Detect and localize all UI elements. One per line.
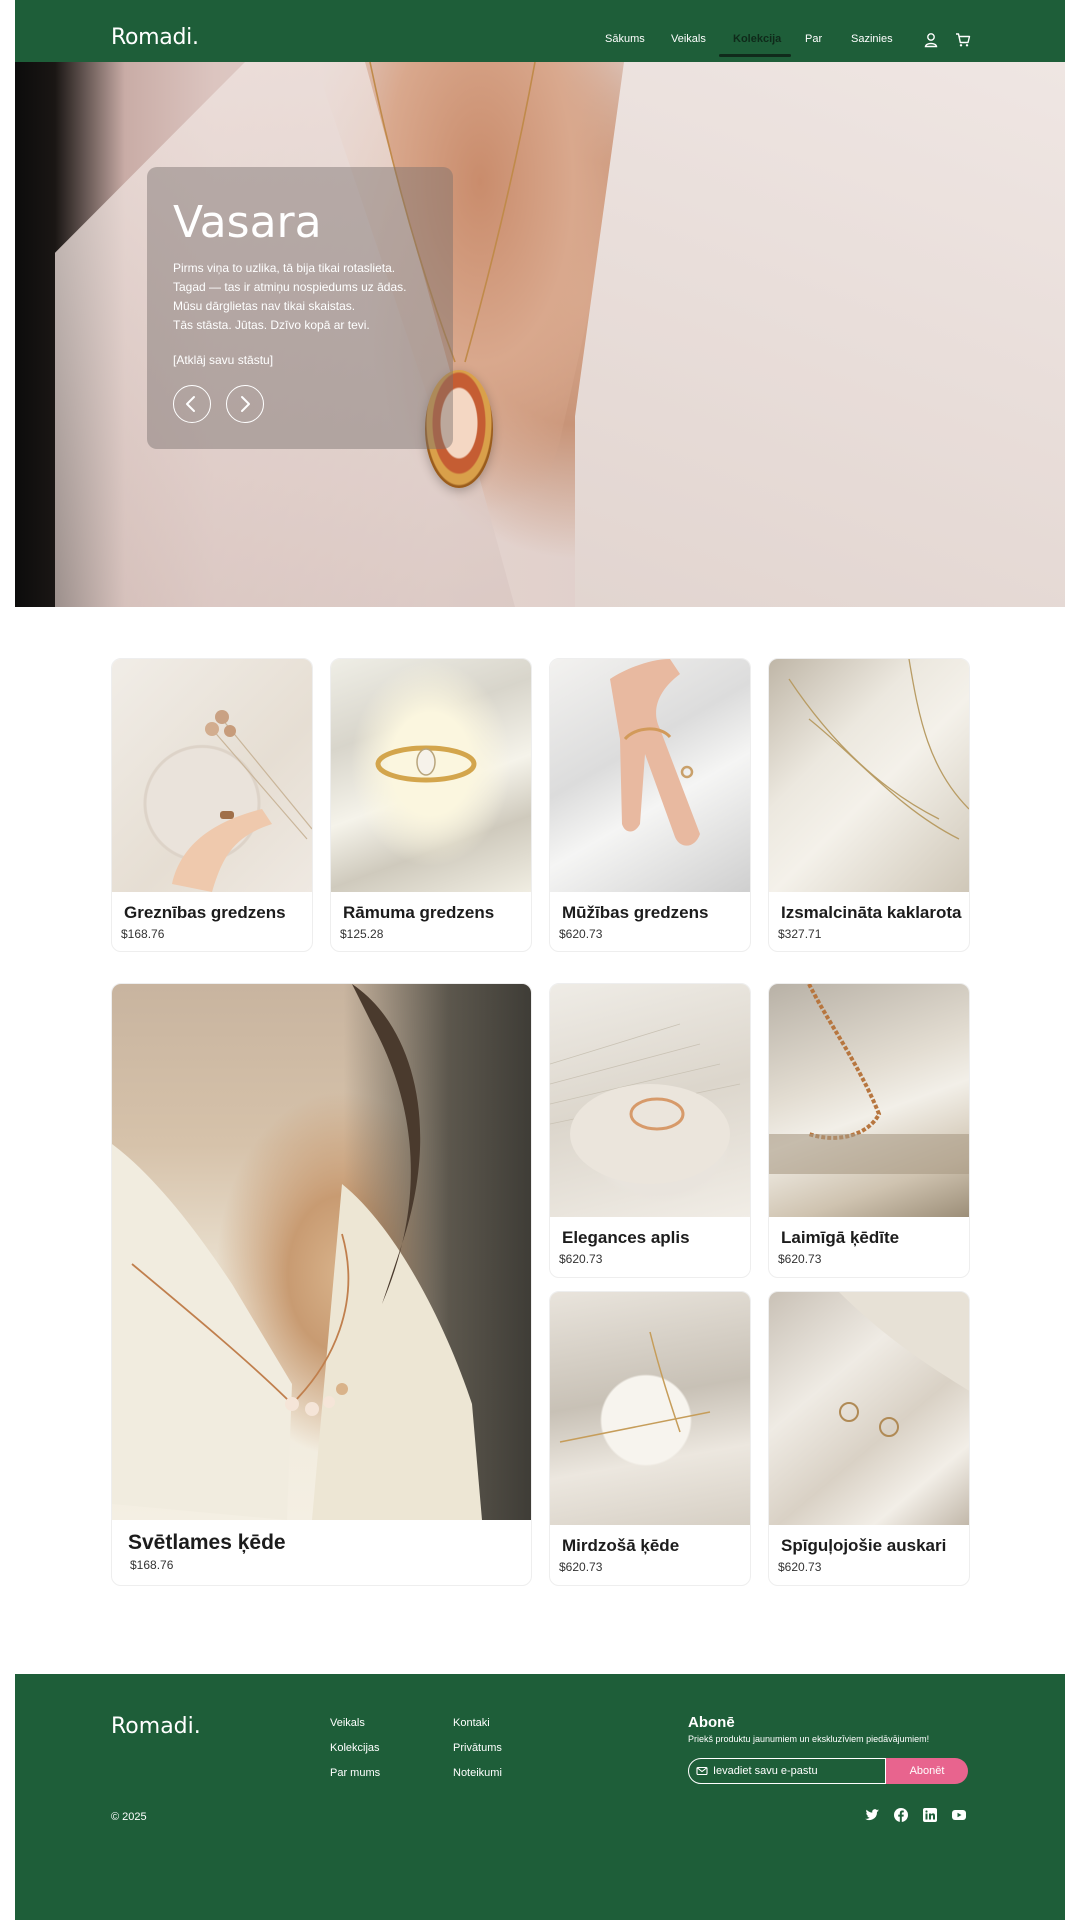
product-price: $620.73 (559, 1252, 603, 1266)
hero-text-line: Tagad — tas ir atmiņu nospiedums uz ādas… (173, 280, 407, 294)
nav-item-about[interactable]: Par (805, 33, 822, 45)
product-name[interactable]: Rāmuma gredzens (343, 903, 494, 923)
product-name[interactable]: Mūžības gredzens (562, 903, 708, 923)
product-price: $168.76 (130, 1558, 174, 1572)
nav-item-collection[interactable]: Kolekcija (733, 33, 781, 45)
footer-link[interactable]: Privātums (453, 1742, 502, 1754)
footer-link[interactable]: Par mums (330, 1767, 380, 1779)
chevron-left-icon (186, 396, 195, 412)
subscribe-button[interactable]: Abonēt (886, 1758, 968, 1784)
hero-text-card: Vasara Pirms viņa to uzlika, tā bija tik… (147, 167, 453, 449)
product-photo-woman (112, 984, 482, 1520)
nav-active-indicator (719, 54, 791, 57)
chevron-right-icon (241, 396, 250, 412)
nav-item-shop[interactable]: Veikals (671, 33, 706, 45)
hero-title: Vasara (173, 197, 322, 248)
product-photo-ring (172, 710, 312, 892)
footer-logo[interactable]: Romadi. (111, 1714, 201, 1739)
product-image[interactable] (769, 984, 969, 1217)
product-image[interactable] (550, 984, 750, 1217)
hero-text-line: Tās stāsta. Jūtas. Dzīvo kopā ar tevi. (173, 318, 370, 332)
footer-link[interactable]: Kolekcijas (330, 1742, 380, 1754)
product-name[interactable]: Mirdzošā ķēde (562, 1536, 679, 1556)
site-header: Romadi. Sākums Veikals Kolekcija Par Saz… (15, 0, 1065, 62)
product-name[interactable]: Spīguļojošie auskari (781, 1536, 946, 1556)
site-footer: Romadi. Veikals Kolekcijas Par mums Kont… (15, 1674, 1065, 1920)
product-photo-chain (559, 1331, 711, 1443)
youtube-icon[interactable] (951, 1807, 967, 1823)
page: Romadi. Sākums Veikals Kolekcija Par Saz… (0, 0, 1080, 1920)
product-price: $168.76 (121, 927, 165, 941)
user-icon[interactable] (922, 31, 940, 49)
product-price: $620.73 (559, 1560, 603, 1574)
product-card[interactable]: Elegances aplis $620.73 (549, 983, 751, 1278)
footer-link[interactable]: Noteikumi (453, 1767, 502, 1779)
hero-text-line: Pirms viņa to uzlika, tā bija tikai rota… (173, 261, 396, 275)
product-price: $327.71 (778, 927, 822, 941)
product-card[interactable]: Mūžības gredzens $620.73 (549, 658, 751, 952)
product-name[interactable]: Izsmalcināta kaklarota (781, 903, 961, 923)
page-frame: Romadi. Sākums Veikals Kolekcija Par Saz… (15, 0, 1065, 1920)
product-card[interactable]: Laimīgā ķēdīte $620.73 (768, 983, 970, 1278)
product-image[interactable] (550, 1292, 750, 1525)
product-card[interactable]: Izsmalcināta kaklarota $327.71 (768, 658, 970, 952)
email-field[interactable] (688, 1758, 886, 1784)
product-image[interactable] (112, 984, 531, 1520)
product-photo-earrings (839, 1292, 969, 1437)
product-card[interactable]: Greznības gredzens $168.76 (111, 658, 313, 952)
nav-item-contact[interactable]: Sazinies (851, 33, 893, 45)
hero-cta-link[interactable]: [Atklāj savu stāstu] (173, 353, 273, 367)
product-image[interactable] (331, 659, 531, 892)
product-card[interactable]: Mirdzošā ķēde $620.73 (549, 1291, 751, 1586)
product-price: $620.73 (559, 927, 603, 941)
product-price: $125.28 (340, 927, 384, 941)
product-photo-necklace (788, 659, 969, 840)
hero-text-line: Mūsu dārglietas nav tikai skaistas. (173, 299, 356, 313)
product-photo-chain (769, 984, 969, 1174)
product-name[interactable]: Greznības gredzens (124, 903, 286, 923)
product-price: $620.73 (778, 1560, 822, 1574)
facebook-icon[interactable] (893, 1807, 909, 1823)
product-photo-ring (375, 745, 477, 783)
product-card[interactable]: Spīguļojošie auskari $620.73 (768, 1291, 970, 1586)
nav-item-home[interactable]: Sākums (605, 33, 645, 45)
product-card[interactable]: Rāmuma gredzens $125.28 (330, 658, 532, 952)
product-name[interactable]: Laimīgā ķēdīte (781, 1228, 899, 1248)
logo[interactable]: Romadi. (111, 25, 199, 50)
hero-next-button[interactable] (226, 385, 264, 423)
mail-icon (696, 1766, 708, 1776)
product-image[interactable] (769, 1292, 969, 1525)
subscribe-description: Priekš produktu jaunumiem un ekskluzīvie… (688, 1734, 930, 1744)
twitter-icon[interactable] (864, 1807, 880, 1823)
product-image[interactable] (769, 659, 969, 892)
cart-icon[interactable] (954, 31, 972, 49)
product-image[interactable] (550, 659, 750, 892)
linkedin-icon[interactable] (922, 1807, 938, 1823)
footer-link[interactable]: Kontaki (453, 1717, 490, 1729)
product-photo-ring (550, 1023, 741, 1184)
copyright: © 2025 (111, 1811, 147, 1823)
product-image[interactable] (112, 659, 312, 892)
product-card-featured[interactable]: Svētlames ķēde $168.76 (111, 983, 532, 1586)
product-name[interactable]: Elegances aplis (562, 1228, 690, 1248)
product-photo-hand (610, 659, 700, 846)
product-price: $620.73 (778, 1252, 822, 1266)
subscribe-title: Abonē (688, 1714, 735, 1731)
footer-link[interactable]: Veikals (330, 1717, 365, 1729)
product-name[interactable]: Svētlames ķēde (128, 1531, 286, 1555)
hero-prev-button[interactable] (173, 385, 211, 423)
hero-banner: Vasara Pirms viņa to uzlika, tā bija tik… (15, 62, 1065, 607)
